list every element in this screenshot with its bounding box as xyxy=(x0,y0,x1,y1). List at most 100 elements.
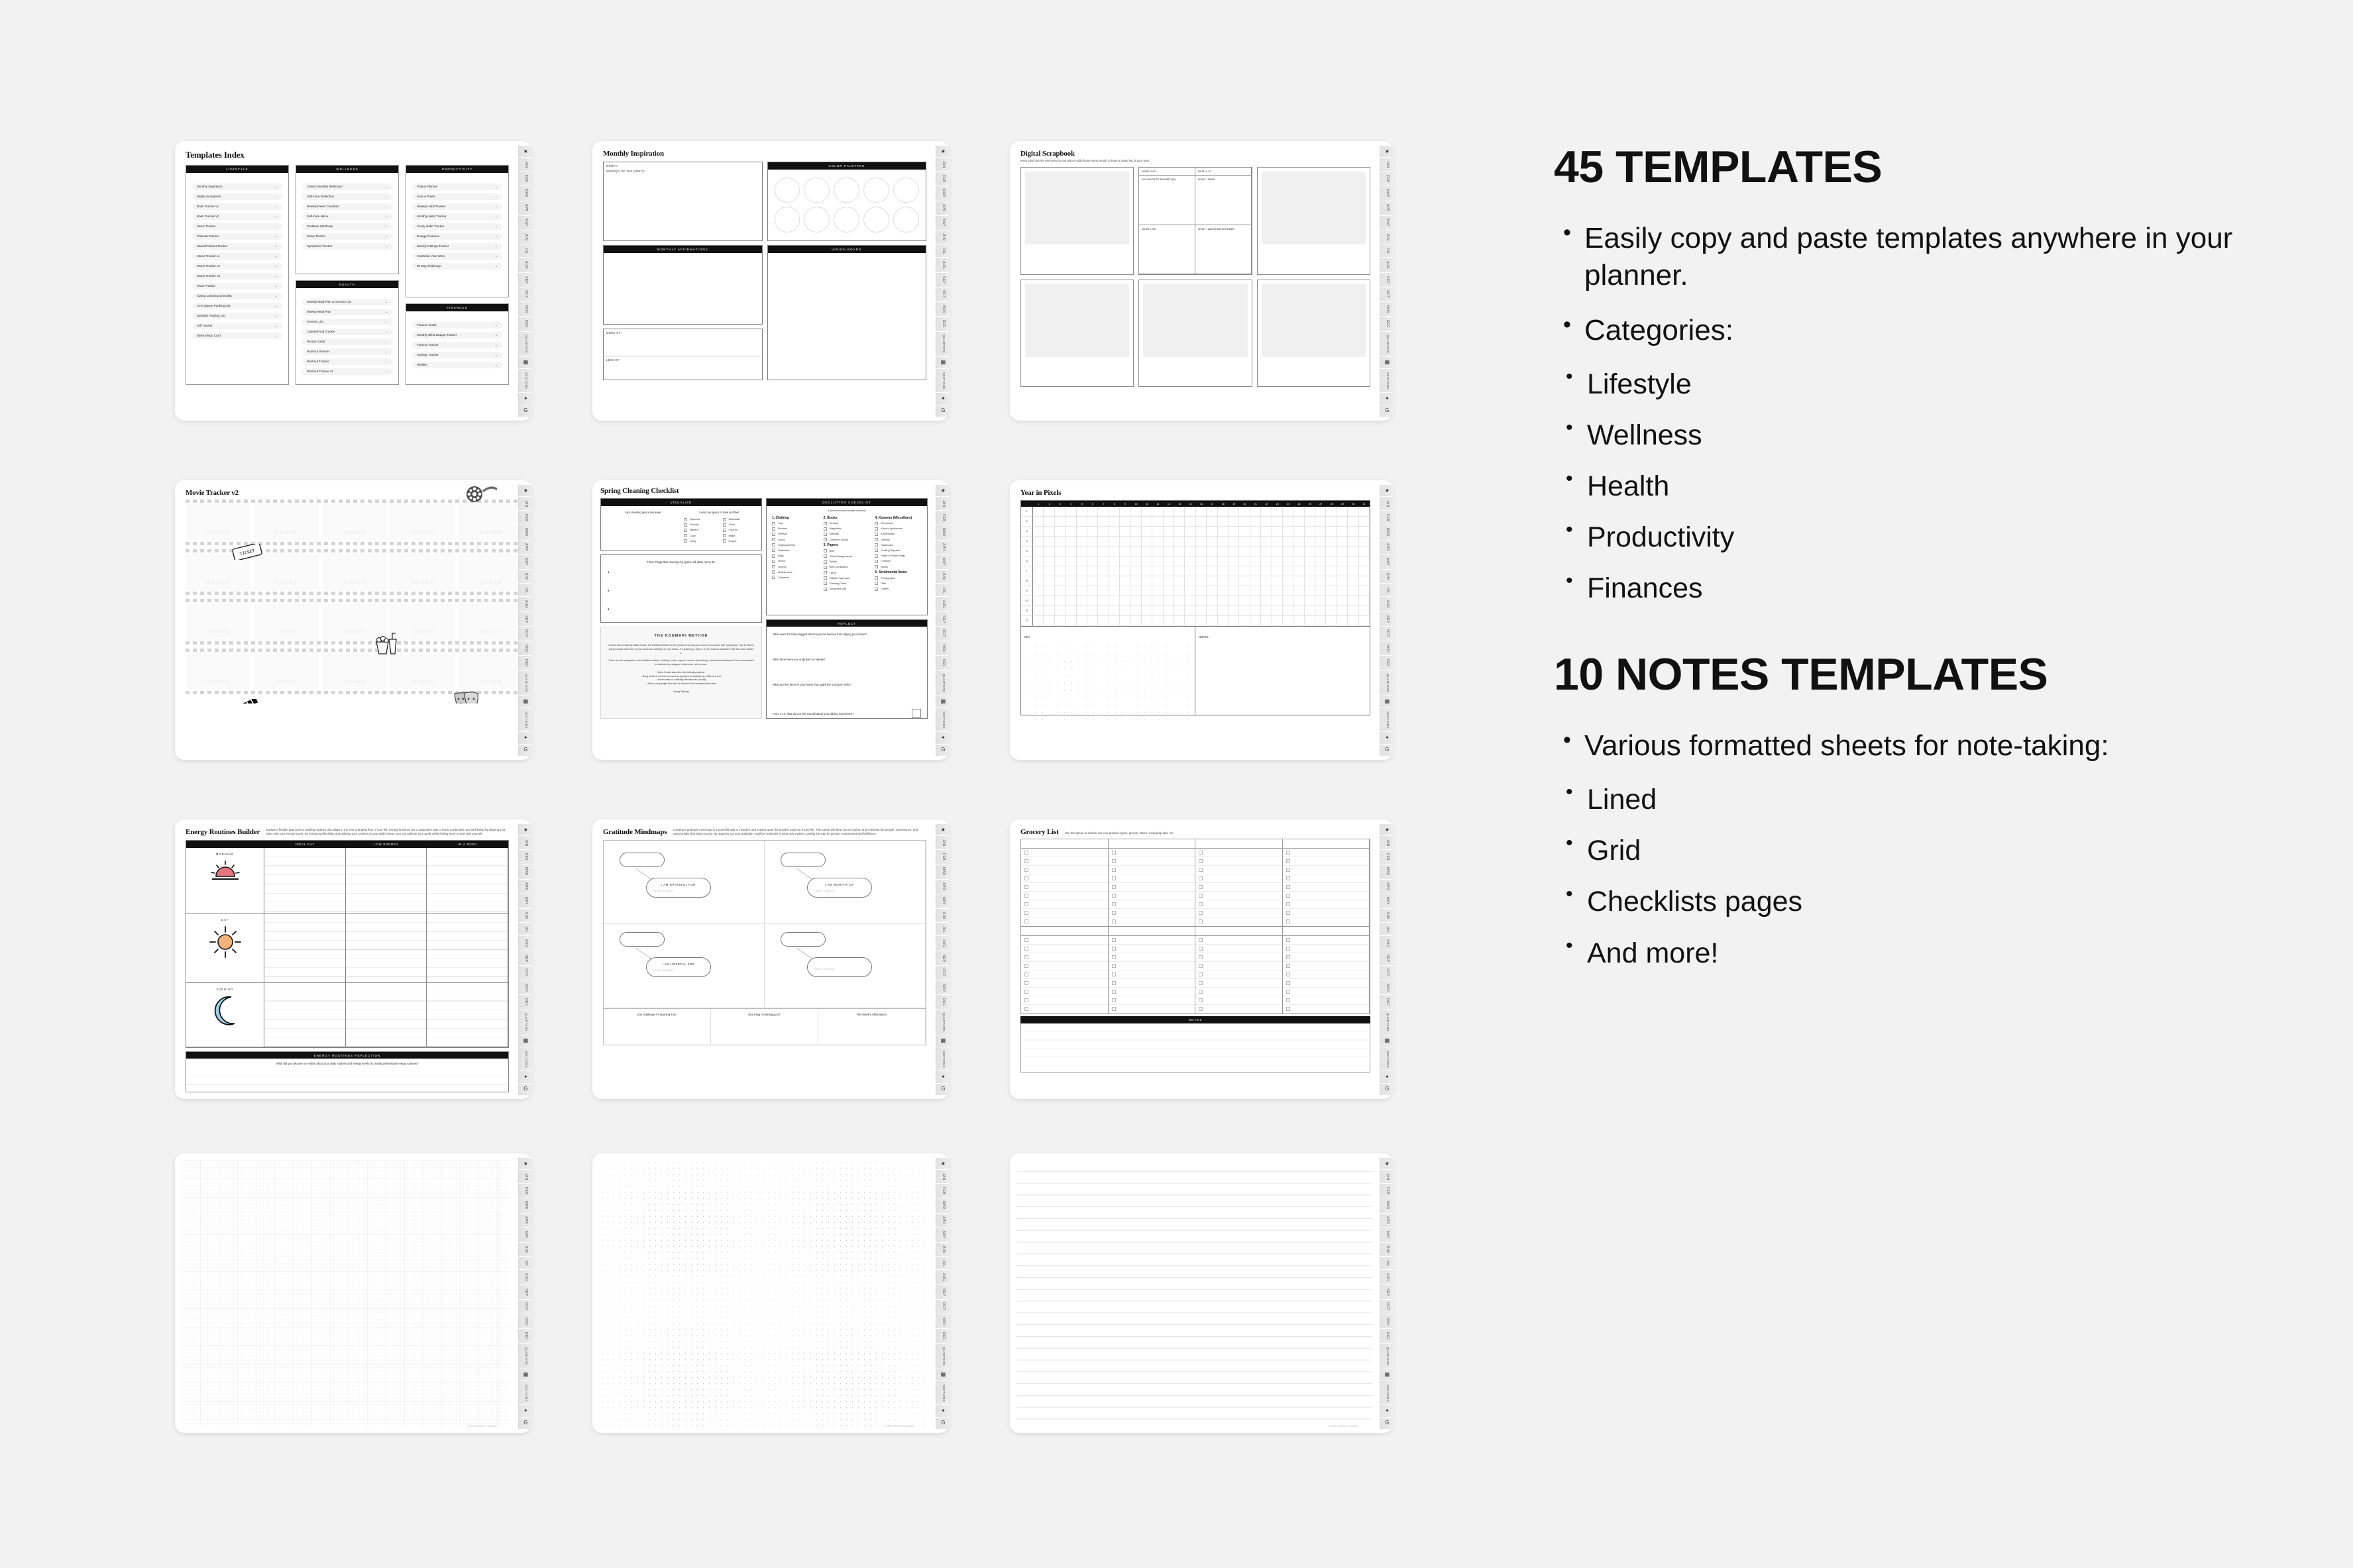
pixel-cell[interactable] xyxy=(1326,596,1337,606)
grocery-item-row[interactable] xyxy=(1282,866,1369,874)
star-rating[interactable]: ☆☆☆☆☆ xyxy=(343,580,366,585)
checkbox-row[interactable]: Costumes xyxy=(772,576,819,580)
pixel-cell[interactable] xyxy=(1152,537,1164,547)
pixel-cell[interactable] xyxy=(1141,576,1153,586)
pixel-cell[interactable] xyxy=(1174,556,1185,566)
grocery-item-row[interactable] xyxy=(1108,936,1195,945)
pixel-cell[interactable] xyxy=(1261,517,1272,527)
tab-apr[interactable]: APR xyxy=(936,200,950,215)
pixel-cell[interactable] xyxy=(1326,527,1337,537)
checkbox-icon[interactable] xyxy=(1199,919,1203,923)
star-rating[interactable]: ☆☆☆☆☆ xyxy=(275,629,298,635)
pixel-cell[interactable] xyxy=(1066,556,1077,566)
index-link[interactable]: Monthly Bill & Budget Tracker → xyxy=(412,331,502,339)
index-link[interactable]: Movie Tracker v1 → xyxy=(192,252,282,260)
pixel-cell[interactable] xyxy=(1174,507,1185,517)
key-dot-area[interactable] xyxy=(1024,643,1191,726)
grocery-item-row[interactable] xyxy=(1282,857,1369,866)
checkbox-icon[interactable] xyxy=(1286,894,1290,898)
tab-quarters[interactable]: QUARTERS xyxy=(518,670,533,696)
pixel-cell[interactable] xyxy=(1163,556,1175,566)
color-swatch[interactable] xyxy=(804,177,830,203)
pixel-cell[interactable] xyxy=(1066,596,1077,606)
tab-jan[interactable]: JAN xyxy=(936,157,950,172)
index-link[interactable]: Sleep Tracker → xyxy=(302,233,392,240)
index-link[interactable]: Classic Monthly Reflection → xyxy=(302,183,392,190)
tab-mar[interactable]: MAR xyxy=(1380,863,1394,879)
pixel-cell[interactable] xyxy=(1066,606,1077,616)
index-link[interactable]: Weekly Meal Plan & Grocery List → xyxy=(302,298,392,305)
tab-sep[interactable]: SEP xyxy=(936,272,950,287)
pixel-cell[interactable] xyxy=(1141,527,1153,537)
pixel-cell[interactable] xyxy=(1076,517,1087,527)
pixel-cell[interactable] xyxy=(1272,586,1283,596)
tab-jul[interactable]: JUL xyxy=(936,583,950,597)
tab-sep[interactable]: SEP xyxy=(1380,272,1394,287)
tab-[interactable]: ★ xyxy=(518,145,533,158)
pixel-cell[interactable] xyxy=(1228,586,1240,596)
tab-aug[interactable]: AUG xyxy=(936,257,950,272)
pixel-cell[interactable] xyxy=(1217,586,1229,596)
tab-mar[interactable]: MAR xyxy=(1380,185,1394,201)
grocery-section-title-field[interactable] xyxy=(1021,927,1108,936)
pixel-cell[interactable] xyxy=(1217,556,1229,566)
grocery-section-title-field[interactable] xyxy=(1108,927,1195,936)
checkbox-icon[interactable] xyxy=(1111,981,1116,985)
month-tab-strip[interactable]: ★ JAN FEB MAR APR MAY JUN JUL AUG SEP OCT NOV DEC QUA… xyxy=(518,484,533,757)
pixel-cell[interactable] xyxy=(1207,566,1218,576)
star-rating[interactable]: ☆☆☆☆☆ xyxy=(343,629,366,635)
grocery-block[interactable] xyxy=(1020,839,1370,927)
month-tab-strip[interactable]: ★ JAN FEB MAR APR MAY JUN JUL AUG SEP OCT NOV DEC QUA… xyxy=(518,1157,533,1430)
pixel-cell[interactable] xyxy=(1282,616,1294,626)
index-link[interactable]: Savings Tracker → xyxy=(412,351,502,358)
pixel-cell[interactable] xyxy=(1087,537,1099,547)
checkbox-row[interactable]: Athletic wear xyxy=(772,570,819,574)
tab-mar[interactable]: MAR xyxy=(1380,524,1394,540)
pixel-cell[interactable] xyxy=(1195,507,1207,517)
pixel-cell[interactable] xyxy=(1337,517,1348,527)
pixel-cell[interactable] xyxy=(1109,517,1121,527)
checkbox-icon[interactable] xyxy=(684,517,687,521)
grocery-item-row[interactable] xyxy=(1282,874,1369,883)
grocery-item-row[interactable] xyxy=(1195,892,1282,900)
tab-[interactable]: ▦ xyxy=(1380,356,1394,369)
pixel-cell[interactable] xyxy=(1304,556,1316,566)
movie-frame[interactable]: ☆☆☆☆☆ xyxy=(322,504,387,541)
checkbox-icon[interactable] xyxy=(1286,902,1290,906)
pixel-cell[interactable] xyxy=(1163,517,1175,527)
tab-nov[interactable]: NOV xyxy=(1380,301,1394,317)
color-swatch[interactable] xyxy=(863,207,890,233)
grocery-item-row[interactable] xyxy=(1282,988,1369,996)
checkbox-icon[interactable] xyxy=(823,576,827,580)
declutter-column[interactable]: 2. Books General Magazines Manuals Children'… xyxy=(823,516,871,593)
tab-[interactable]: ★ xyxy=(1380,1157,1394,1170)
pixel-cell[interactable] xyxy=(1033,556,1044,566)
checkbox-icon[interactable] xyxy=(1199,1007,1203,1011)
checkbox-row[interactable]: Kitchen Appliances xyxy=(875,527,922,531)
grocery-item-row[interactable] xyxy=(1195,988,1282,996)
pixel-cell[interactable] xyxy=(1120,507,1131,517)
index-link[interactable]: At-a-Glance Packing List → xyxy=(192,302,282,309)
pixel-cell[interactable] xyxy=(1282,576,1294,586)
pixel-cell[interactable] xyxy=(1163,596,1175,606)
pixel-cell[interactable] xyxy=(1293,547,1305,556)
checkbox-icon[interactable] xyxy=(1286,947,1290,951)
pixel-cell[interactable] xyxy=(1087,556,1099,566)
checkbox-icon[interactable] xyxy=(875,532,879,536)
tab-feb[interactable]: FEB xyxy=(1380,171,1394,185)
tab-oct[interactable]: OCT xyxy=(936,625,950,641)
pixel-cell[interactable] xyxy=(1076,586,1087,596)
pixel-cell[interactable] xyxy=(1174,517,1185,527)
color-swatch[interactable] xyxy=(774,207,800,233)
pixel-cell[interactable] xyxy=(1217,517,1229,527)
pixel-cell[interactable] xyxy=(1087,616,1099,626)
pixel-cell[interactable] xyxy=(1326,576,1337,586)
pixel-cell[interactable] xyxy=(1315,537,1327,547)
pixel-cell[interactable] xyxy=(1250,547,1262,556)
tab-g[interactable]: G xyxy=(936,1082,950,1096)
tab-quarters[interactable]: QUARTERS xyxy=(1380,670,1394,696)
pixel-cell[interactable] xyxy=(1272,606,1283,616)
pixel-cell[interactable] xyxy=(1348,507,1359,517)
index-link[interactable]: Workout Tracker v2 → xyxy=(302,368,392,375)
tab-jun[interactable]: JUN xyxy=(936,568,950,583)
